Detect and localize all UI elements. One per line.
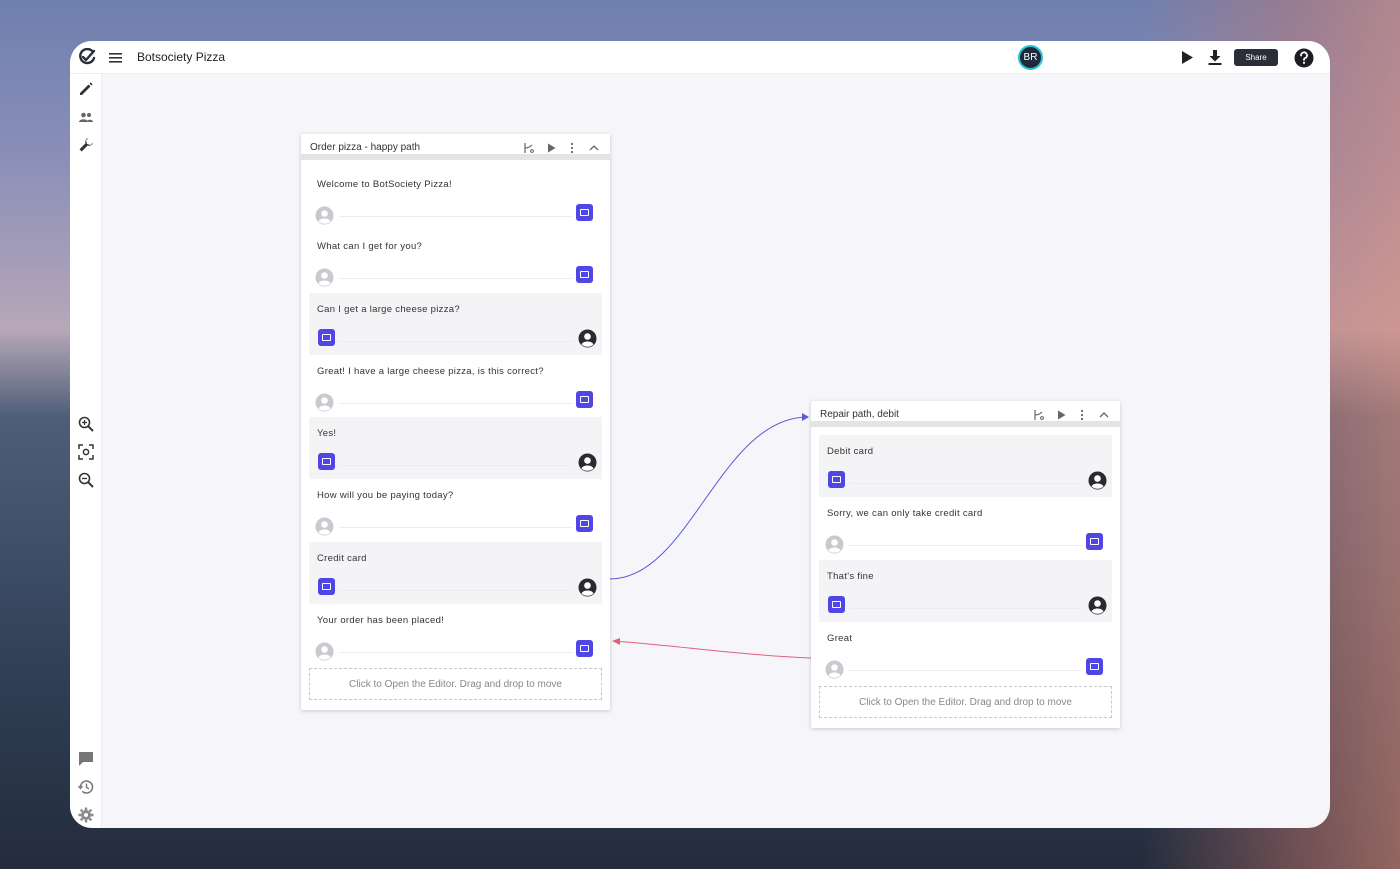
board-header[interactable]: Repair path, debit bbox=[811, 401, 1120, 427]
bot-channel-icon[interactable] bbox=[318, 577, 335, 595]
message-text: Can I get a large cheese pizza? bbox=[317, 303, 460, 315]
message-text: Sorry, we can only take credit card bbox=[827, 508, 983, 520]
message-text: That's fine bbox=[827, 570, 874, 582]
user-placeholder-avatar-icon[interactable] bbox=[315, 268, 334, 287]
divider bbox=[339, 278, 572, 280]
divider bbox=[339, 589, 572, 591]
play-icon[interactable] bbox=[545, 142, 557, 154]
message-text: What can I get for you? bbox=[317, 241, 423, 253]
play-icon[interactable] bbox=[1180, 50, 1194, 65]
bot-message[interactable]: How will you be paying today? bbox=[309, 479, 602, 541]
bot-channel-icon[interactable] bbox=[576, 515, 593, 533]
divider bbox=[339, 216, 572, 217]
user-message[interactable]: That's fine bbox=[819, 559, 1112, 622]
user-avatar-icon[interactable] bbox=[578, 329, 597, 348]
fit-view-icon[interactable] bbox=[77, 443, 95, 461]
message-text: Welcome to BotSociety Pizza! bbox=[317, 179, 452, 190]
bot-channel-icon[interactable] bbox=[576, 266, 593, 284]
bot-message[interactable]: What can I get for you? bbox=[309, 230, 602, 292]
bot-channel-icon[interactable] bbox=[318, 328, 335, 346]
collapse-chevron-icon[interactable] bbox=[588, 142, 600, 154]
message-list: Debit card Sorry, we can only take credi… bbox=[811, 427, 1120, 719]
conversation-board[interactable]: Repair path, debit Debit card Sorry, we … bbox=[811, 401, 1120, 729]
bot-message[interactable]: Welcome to BotSociety Pizza! bbox=[309, 168, 602, 230]
pencil-icon[interactable] bbox=[77, 80, 95, 98]
divider bbox=[849, 483, 1082, 484]
message-text: Credit card bbox=[317, 552, 367, 564]
download-icon[interactable] bbox=[1207, 49, 1223, 66]
open-editor-dropzone[interactable]: Click to Open the Editor. Drag and drop … bbox=[819, 686, 1112, 719]
user-placeholder-avatar-icon[interactable] bbox=[315, 517, 334, 536]
bot-channel-icon[interactable] bbox=[828, 595, 845, 613]
user-placeholder-avatar-icon[interactable] bbox=[315, 393, 334, 412]
branch-icon[interactable] bbox=[522, 142, 534, 154]
bot-message[interactable]: Your order has been placed! bbox=[309, 604, 602, 666]
botsociety-logo-icon[interactable] bbox=[78, 48, 96, 66]
message-text: Great! I have a large cheese pizza, is t… bbox=[317, 365, 544, 377]
divider bbox=[849, 669, 1082, 671]
more-vertical-icon[interactable] bbox=[566, 142, 578, 154]
bot-channel-icon[interactable] bbox=[576, 204, 593, 221]
bot-channel-icon[interactable] bbox=[318, 453, 335, 471]
branch-icon[interactable] bbox=[1032, 409, 1044, 421]
divider bbox=[339, 402, 572, 404]
bot-channel-icon[interactable] bbox=[1086, 657, 1103, 675]
zoom-in-icon[interactable] bbox=[77, 415, 95, 433]
divider bbox=[849, 607, 1082, 609]
bot-channel-icon[interactable] bbox=[828, 471, 845, 488]
more-vertical-icon[interactable] bbox=[1076, 409, 1088, 421]
user-avatar[interactable]: BR bbox=[1018, 45, 1043, 70]
user-avatar-icon[interactable] bbox=[1088, 471, 1107, 490]
message-text: How will you be paying today? bbox=[317, 490, 454, 502]
divider bbox=[339, 652, 572, 654]
divider bbox=[849, 545, 1082, 547]
message-text: Debit card bbox=[827, 446, 874, 457]
divider bbox=[339, 527, 572, 529]
board-title[interactable]: Order pizza - happy path bbox=[310, 142, 420, 153]
share-button[interactable]: Share bbox=[1234, 49, 1278, 66]
user-message[interactable]: Credit card bbox=[309, 541, 602, 605]
user-placeholder-avatar-icon[interactable] bbox=[315, 642, 334, 661]
top-bar: Botsociety Pizza BR Share bbox=[70, 41, 1330, 74]
app-window: Botsociety Pizza BR Share bbox=[70, 41, 1330, 828]
user-message[interactable]: Yes! bbox=[309, 417, 602, 480]
left-sidebar bbox=[70, 74, 102, 828]
users-icon[interactable] bbox=[77, 108, 95, 126]
user-message[interactable]: Can I get a large cheese pizza? bbox=[309, 292, 602, 355]
divider bbox=[339, 340, 572, 342]
message-text: Great bbox=[827, 632, 853, 644]
bot-message[interactable]: Great bbox=[819, 622, 1112, 684]
message-list: Welcome to BotSociety Pizza! What can I … bbox=[301, 160, 610, 701]
play-icon[interactable] bbox=[1055, 409, 1067, 421]
user-placeholder-avatar-icon[interactable] bbox=[825, 535, 844, 554]
bot-message[interactable]: Sorry, we can only take credit card bbox=[819, 497, 1112, 559]
divider bbox=[339, 465, 572, 467]
message-text: Your order has been placed! bbox=[317, 615, 445, 627]
bot-channel-icon[interactable] bbox=[576, 640, 593, 658]
user-message[interactable]: Debit card bbox=[819, 435, 1112, 498]
history-icon[interactable] bbox=[77, 778, 95, 796]
wrench-icon[interactable] bbox=[77, 136, 95, 154]
comment-icon[interactable] bbox=[77, 750, 95, 768]
bot-channel-icon[interactable] bbox=[576, 390, 593, 408]
open-editor-dropzone[interactable]: Click to Open the Editor. Drag and drop … bbox=[309, 668, 602, 701]
settings-icon[interactable] bbox=[77, 806, 95, 824]
bot-message[interactable]: Great! I have a large cheese pizza, is t… bbox=[309, 355, 602, 417]
user-placeholder-avatar-icon[interactable] bbox=[315, 206, 334, 225]
board-header[interactable]: Order pizza - happy path bbox=[301, 134, 610, 160]
help-icon[interactable] bbox=[1294, 48, 1314, 68]
bot-channel-icon[interactable] bbox=[1086, 533, 1103, 551]
user-placeholder-avatar-icon[interactable] bbox=[825, 660, 844, 679]
project-title[interactable]: Botsociety Pizza bbox=[137, 50, 225, 64]
hamburger-menu-icon[interactable] bbox=[108, 51, 123, 64]
collapse-chevron-icon[interactable] bbox=[1098, 409, 1110, 421]
user-avatar-icon[interactable] bbox=[1088, 596, 1107, 615]
message-text: Yes! bbox=[317, 428, 337, 440]
zoom-out-icon[interactable] bbox=[77, 471, 95, 489]
user-avatar-icon[interactable] bbox=[578, 453, 597, 472]
conversation-board[interactable]: Order pizza - happy path Welcome to BotS… bbox=[301, 134, 610, 711]
board-title[interactable]: Repair path, debit bbox=[820, 409, 899, 420]
user-avatar-icon[interactable] bbox=[578, 578, 597, 597]
